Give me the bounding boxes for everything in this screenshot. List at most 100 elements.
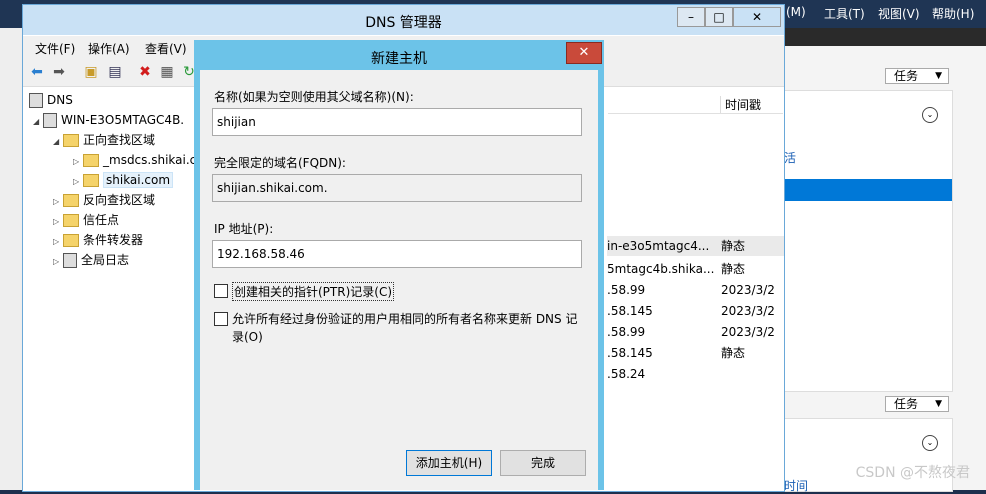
allow-update-checkbox[interactable] (214, 312, 228, 326)
collapsed-arrow-icon[interactable]: ▷ (53, 193, 63, 211)
tree-node-forward-zones[interactable]: ◢ 正向查找区域 (53, 131, 155, 149)
list-row[interactable]: .58.145 2023/3/2 (607, 301, 784, 321)
ip-label: IP 地址(P): (214, 222, 274, 236)
dns-title-bar: DNS 管理器 – □ ✕ (23, 5, 784, 35)
server-icon (43, 113, 57, 128)
ip-address-input[interactable] (212, 240, 582, 268)
tree-node-reverse-zones[interactable]: ▷ 反向查找区域 (53, 191, 155, 209)
zone-icon (83, 154, 99, 167)
show-tree-icon[interactable]: ▤ (107, 64, 123, 80)
close-button[interactable]: ✕ (733, 7, 781, 27)
back-arrow-icon[interactable]: ⬅ (29, 64, 45, 80)
fqdn-label: 完全限定的域名(FQDN): (214, 156, 346, 170)
list-row[interactable]: .58.145 静态 (607, 343, 784, 363)
name-input[interactable] (212, 108, 582, 136)
row-data: .58.99 (607, 325, 646, 339)
server-manager-left-strip (0, 28, 22, 490)
list-row[interactable]: .58.99 2023/3/2 (607, 322, 784, 342)
menu-action[interactable]: 操作(A) (88, 40, 130, 57)
row-data: .58.145 (607, 346, 653, 360)
tree-node-conditional-forwarders[interactable]: ▷ 条件转发器 (53, 231, 143, 249)
allow-update-label-line1[interactable]: 允许所有经过身份验证的用户用相同的所有者名称来更新 DNS 记 (232, 310, 577, 327)
expanded-arrow-icon[interactable]: ◢ (53, 133, 63, 151)
tree-label: 反向查找区域 (83, 193, 156, 207)
server-manager-header-strip (783, 28, 986, 46)
name-label: 名称(如果为空则使用其父域名称)(N): (214, 90, 414, 104)
delete-icon[interactable]: ✖ (137, 64, 153, 80)
server-manager-card: ⌄ 活 (783, 90, 953, 392)
watermark: CSDN @不熬夜君 (855, 465, 970, 481)
allow-update-label-line2[interactable]: 录(O) (232, 328, 263, 345)
tree-label: 条件转发器 (83, 233, 144, 247)
row-timestamp: 2023/3/2 (721, 304, 775, 318)
dns-icon (29, 93, 43, 108)
menu-view[interactable]: 视图(V) (878, 5, 920, 22)
list-row[interactable]: in-e3o5mtagc4... 静态 (607, 236, 784, 256)
row-timestamp: 2023/3/2 (721, 325, 775, 339)
menu-view[interactable]: 查看(V) (145, 40, 187, 57)
row-data: .58.145 (607, 304, 653, 318)
forward-arrow-icon[interactable]: ➡ (51, 64, 67, 80)
folder-icon (63, 134, 79, 147)
menu-tools[interactable]: 工具(T) (824, 5, 865, 22)
collapsed-arrow-icon[interactable]: ▷ (73, 173, 83, 191)
tree-node-shikai[interactable]: ▷ shikai.com (73, 171, 174, 191)
selected-row-highlight[interactable] (784, 179, 952, 201)
tasks-dropdown-2[interactable]: 任务 ▼ (885, 396, 949, 412)
footer-link-partial[interactable]: 时间 (784, 477, 808, 494)
tree-label: 全局日志 (81, 253, 130, 267)
chevron-down-icon: ▼ (935, 399, 942, 409)
properties-icon[interactable]: ▦ (159, 64, 175, 80)
chevron-down-icon: ▼ (935, 71, 942, 81)
list-row[interactable]: .58.99 2023/3/2 (607, 280, 784, 300)
row-data: .58.99 (607, 283, 646, 297)
minimize-button[interactable]: – (677, 7, 705, 27)
dialog-title-bar: 新建主机 ✕ (194, 40, 604, 70)
expand-circle-icon[interactable]: ⌄ (922, 435, 938, 451)
collapsed-arrow-icon[interactable]: ▷ (53, 213, 63, 231)
maximize-button[interactable]: □ (705, 7, 733, 27)
server-manager-menu: (M) 工具(T) 视图(V) 帮助(H) (780, 0, 986, 28)
list-row[interactable]: .58.24 (607, 364, 784, 384)
tree-label: 正向查找区域 (83, 133, 156, 147)
tasks-label: 任务 (894, 69, 919, 83)
add-host-button[interactable]: 添加主机(H) (406, 450, 492, 476)
tree-label-selected: shikai.com (103, 172, 174, 188)
collapsed-arrow-icon[interactable]: ▷ (53, 233, 63, 251)
ptr-label[interactable]: 创建相关的指针(PTR)记录(C) (232, 282, 395, 301)
fqdn-field: shijian.shikai.com. (212, 174, 582, 202)
tasks-dropdown[interactable]: 任务 ▼ (885, 68, 949, 84)
done-button[interactable]: 完成 (500, 450, 586, 476)
collapsed-arrow-icon[interactable]: ▷ (53, 253, 63, 271)
zone-icon (83, 174, 99, 187)
row-timestamp: 静态 (721, 346, 746, 360)
ptr-checkbox[interactable] (214, 284, 228, 298)
menu-help[interactable]: 帮助(H) (932, 5, 974, 22)
up-folder-icon[interactable]: ▣ (83, 64, 99, 80)
tree-node-dns[interactable]: DNS (29, 91, 73, 109)
dns-tree: DNS ◢ WIN-E3O5MTAGC4B. ◢ 正向查找区域 ▷ _msdcs.sh… (23, 87, 196, 491)
tree-label: 信任点 (83, 213, 120, 227)
folder-icon (63, 194, 79, 207)
collapsed-arrow-icon[interactable]: ▷ (73, 153, 83, 171)
row-data: 5mtagc4b.shika... (607, 262, 715, 276)
tree-label: DNS (47, 93, 73, 107)
tree-node-trust-points[interactable]: ▷ 信任点 (53, 211, 119, 229)
list-row[interactable]: 5mtagc4b.shika... 静态 (607, 259, 784, 279)
column-timestamp[interactable]: 时间戳 (720, 96, 761, 113)
row-timestamp: 2023/3/2 (721, 283, 775, 297)
expanded-arrow-icon[interactable]: ◢ (33, 113, 43, 131)
menu-manage[interactable]: (M) (786, 5, 806, 19)
list-header: 时间戳 (608, 93, 783, 114)
link-partial[interactable]: 活 (784, 149, 796, 166)
expand-circle-icon[interactable]: ⌄ (922, 107, 938, 123)
tree-label: _msdcs.shikai.c (103, 153, 197, 167)
tree-node-msdcs[interactable]: ▷ _msdcs.shikai.c (73, 151, 196, 169)
dialog-close-button[interactable]: ✕ (566, 42, 602, 64)
menu-file[interactable]: 文件(F) (35, 40, 75, 57)
folder-icon (63, 234, 79, 247)
new-host-dialog: 新建主机 ✕ 名称(如果为空则使用其父域名称)(N): 完全限定的域名(FQDN… (194, 40, 604, 490)
dns-window-title: DNS 管理器 (365, 15, 442, 31)
tree-node-global-logs[interactable]: ▷ 全局日志 (53, 251, 129, 269)
tree-node-server[interactable]: ◢ WIN-E3O5MTAGC4B. (33, 111, 184, 129)
